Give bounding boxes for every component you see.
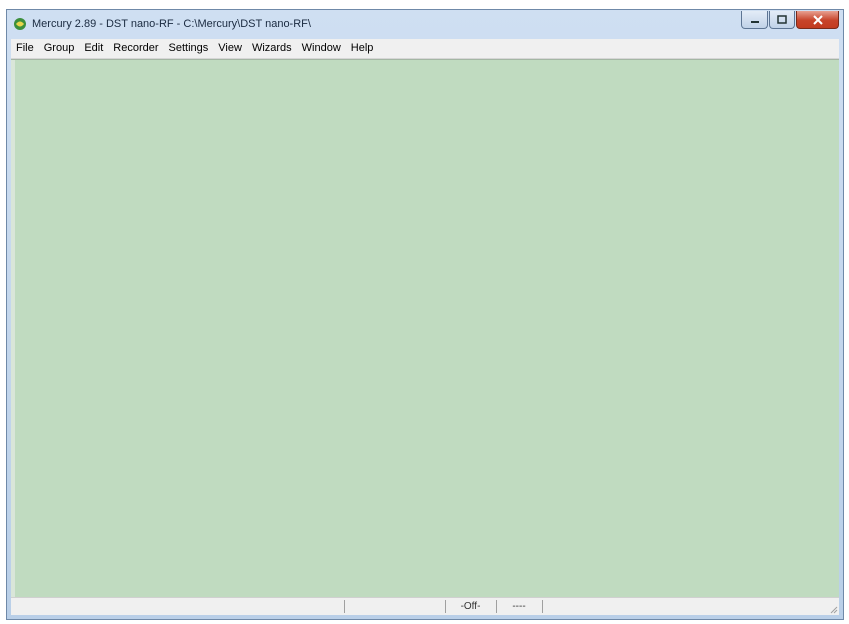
menu-help[interactable]: Help [346, 39, 379, 58]
menu-view[interactable]: View [213, 39, 247, 58]
minimize-icon [750, 20, 759, 23]
menu-settings[interactable]: Settings [164, 39, 214, 58]
menu-group[interactable]: Group [39, 39, 80, 58]
workspace-left-edge [11, 60, 15, 597]
minimize-button[interactable] [741, 11, 768, 29]
window-controls [741, 11, 839, 29]
status-pane-4: ---- [496, 600, 541, 613]
status-pane-3: -Off- [445, 600, 495, 613]
title-bar[interactable]: Mercury 2.89 - DST nano-RF - C:\Mercury\… [7, 10, 843, 38]
menu-recorder[interactable]: Recorder [108, 39, 163, 58]
menu-bar: File Group Edit Recorder Settings View W… [11, 39, 839, 59]
status-pane-1 [13, 600, 343, 613]
status-bar: -Off- ---- [11, 597, 839, 615]
close-icon [812, 14, 823, 25]
window-title: Mercury 2.89 - DST nano-RF - C:\Mercury\… [32, 18, 311, 30]
menu-edit[interactable]: Edit [79, 39, 108, 58]
status-pane-5 [542, 600, 822, 613]
maximize-icon [777, 15, 787, 24]
mdi-workspace[interactable] [11, 59, 839, 597]
maximize-button[interactable] [769, 11, 795, 29]
status-pane-2 [344, 600, 444, 613]
menu-window[interactable]: Window [297, 39, 346, 58]
menu-wizards[interactable]: Wizards [247, 39, 297, 58]
resize-grip-icon[interactable] [828, 604, 838, 614]
main-window: Mercury 2.89 - DST nano-RF - C:\Mercury\… [6, 9, 844, 620]
close-button[interactable] [796, 11, 839, 29]
mercury-app-icon[interactable] [13, 17, 27, 31]
menu-file[interactable]: File [11, 39, 39, 58]
